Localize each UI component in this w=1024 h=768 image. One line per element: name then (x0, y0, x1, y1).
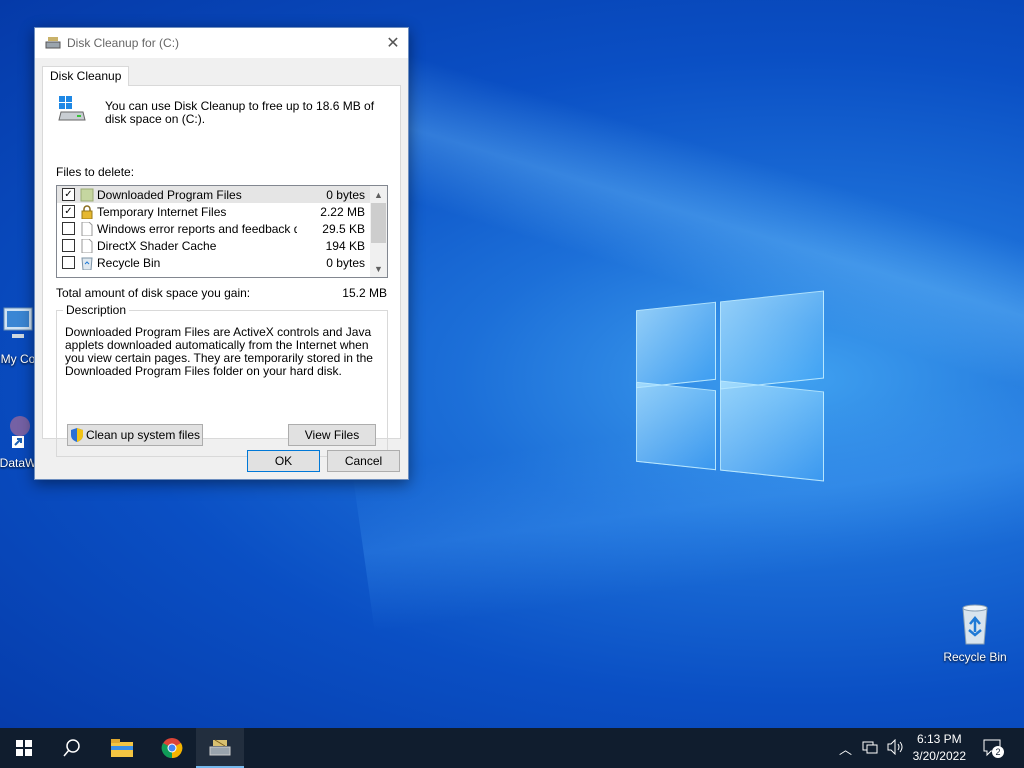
volume-icon[interactable] (886, 738, 904, 758)
file-size: 2.22 MB (320, 204, 365, 219)
search-button[interactable] (48, 728, 96, 768)
scroll-down-icon[interactable]: ▼ (370, 260, 387, 277)
network-icon[interactable] (862, 739, 878, 758)
disk-cleanup-taskbar-button[interactable] (196, 728, 244, 768)
desktop-icon-label: DataW (0, 456, 37, 470)
clean-up-system-files-button[interactable]: Clean up system files (67, 424, 203, 446)
lock-icon (80, 204, 94, 219)
clock-date: 3/20/2022 (912, 749, 966, 763)
shortcut-icon (0, 408, 38, 452)
checkbox-unchecked[interactable] (62, 256, 75, 269)
checkbox-unchecked[interactable] (62, 239, 75, 252)
list-item[interactable]: ✓ Downloaded Program Files 0 bytes (57, 186, 387, 203)
disk-cleanup-icon (45, 36, 61, 50)
disk-cleanup-dialog: Disk Cleanup for (C:) ✕ Disk Cleanup You… (34, 27, 409, 480)
files-to-delete-label: Files to delete: (56, 165, 135, 179)
description-label: Description (63, 303, 130, 317)
tab-panel: You can use Disk Cleanup to free up to 1… (42, 85, 401, 457)
clock-time: 6:13 PM (916, 732, 962, 746)
title-bar[interactable]: Disk Cleanup for (C:) ✕ (35, 28, 408, 58)
recycle-bin-icon (955, 602, 995, 646)
view-files-button[interactable]: View Files (288, 424, 376, 446)
scroll-up-icon[interactable]: ▲ (370, 186, 387, 203)
file-name: Downloaded Program Files (97, 187, 242, 202)
desktop-icon-label: My Co (0, 352, 36, 366)
file-name: Windows error reports and feedback di... (97, 221, 297, 236)
desktop-icon-label: Recycle Bin (943, 650, 1007, 664)
tab-disk-cleanup[interactable]: Disk Cleanup (42, 66, 130, 86)
clock[interactable]: 6:13 PM 3/20/2022 (913, 731, 966, 765)
file-size: 194 KB (325, 238, 365, 253)
computer-icon (0, 304, 38, 348)
file-size: 0 bytes (326, 255, 365, 270)
notification-badge: 2 (992, 746, 1004, 758)
search-icon (63, 739, 80, 757)
file-icon (80, 238, 94, 253)
file-explorer-button[interactable] (98, 728, 146, 768)
ok-button[interactable]: OK (247, 450, 320, 472)
checkbox-checked[interactable]: ✓ (62, 205, 75, 218)
hard-drive-icon (57, 96, 87, 122)
file-icon (80, 221, 94, 236)
list-item[interactable]: DirectX Shader Cache 194 KB (57, 237, 387, 254)
taskbar: ︿ 6:13 PM 3/20/2022 2 (0, 728, 1024, 768)
chrome-button[interactable] (148, 728, 196, 768)
file-size: 0 bytes (326, 187, 365, 202)
chrome-icon (161, 738, 183, 759)
total-label: Total amount of disk space you gain: (56, 286, 251, 300)
notification-center-icon[interactable]: 2 (982, 738, 1004, 761)
total-value: 15.2 MB (342, 286, 387, 300)
description-text: Downloaded Program Files are ActiveX con… (65, 325, 373, 378)
list-item[interactable]: Windows error reports and feedback di...… (57, 220, 387, 237)
list-item[interactable]: Recycle Bin 0 bytes (57, 254, 387, 271)
checkbox-checked[interactable]: ✓ (62, 188, 75, 201)
button-label: Clean up system files (85, 428, 201, 442)
scroll-thumb[interactable] (371, 203, 386, 243)
files-list[interactable]: ✓ Downloaded Program Files 0 bytes ✓ Tem… (56, 185, 388, 278)
checkbox-unchecked[interactable] (62, 222, 75, 235)
file-explorer-icon (111, 739, 133, 757)
windows-logo-wallpaper (636, 290, 824, 482)
start-icon (16, 740, 32, 756)
chevron-up-icon[interactable]: ︿ (839, 739, 852, 758)
intro-text: You can use Disk Cleanup to free up to 1… (105, 99, 375, 126)
scrollbar[interactable]: ▲ ▼ (370, 186, 387, 277)
file-size: 29.5 KB (322, 221, 365, 236)
close-button[interactable]: ✕ (378, 28, 408, 58)
file-name: DirectX Shader Cache (97, 238, 217, 253)
dialog-title: Disk Cleanup for (C:) (67, 36, 180, 50)
folder-icon (80, 188, 94, 202)
desktop-icon-recycle-bin[interactable]: Recycle Bin (935, 602, 1015, 664)
recycle-bin-icon (80, 256, 94, 270)
desktop: My Co DataW Recycle Bin Disk Cleanup for… (0, 0, 1024, 728)
uac-shield-icon (70, 428, 84, 442)
description-group: Description Downloaded Program Files are… (56, 303, 388, 457)
cancel-button[interactable]: Cancel (327, 450, 400, 472)
start-button[interactable] (0, 728, 48, 768)
disk-cleanup-icon (209, 739, 231, 756)
file-name: Temporary Internet Files (97, 204, 227, 219)
list-item[interactable]: ✓ Temporary Internet Files 2.22 MB (57, 203, 387, 220)
file-name: Recycle Bin (97, 255, 161, 270)
